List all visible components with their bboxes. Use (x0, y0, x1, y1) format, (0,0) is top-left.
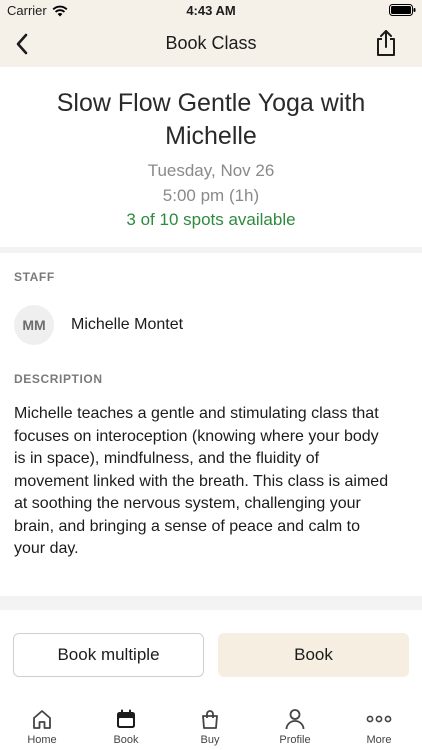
calendar-icon (117, 709, 135, 728)
tab-home[interactable]: Home (0, 708, 84, 746)
tab-buy[interactable]: Buy (168, 708, 252, 746)
staff-row[interactable]: MM Michelle Montet (14, 304, 183, 346)
tab-profile-label: Profile (279, 734, 311, 746)
spots-available: 3 of 10 spots available (126, 210, 296, 229)
tab-profile[interactable]: Profile (253, 708, 337, 746)
page-title: Book Class (165, 33, 257, 53)
tab-book[interactable]: Book (84, 708, 168, 746)
class-title: Slow Flow Gentle Yoga with Michelle (56, 89, 366, 150)
book-button[interactable]: Book (218, 633, 409, 677)
battery-icon (389, 4, 416, 16)
tab-book-label: Book (113, 734, 139, 746)
class-header: Slow Flow Gentle Yoga with Michelle Tues… (0, 67, 422, 247)
person-icon (285, 709, 305, 730)
tab-more[interactable]: More (337, 708, 421, 746)
shopping-bag-icon (202, 710, 218, 729)
section-divider (0, 596, 422, 610)
class-date: Tuesday, Nov 26 (147, 161, 275, 180)
tab-bar: Home Book Buy Profile More (0, 700, 422, 750)
description-section-label: DESCRIPTION (14, 372, 103, 386)
staff-name: Michelle Montet (71, 316, 184, 333)
book-multiple-button[interactable]: Book multiple (13, 633, 204, 677)
share-icon (377, 30, 395, 56)
class-time: 5:00 pm (1h) (162, 186, 260, 205)
staff-section-label: STAFF (14, 270, 55, 284)
home-icon (33, 710, 51, 729)
tab-home-label: Home (27, 734, 57, 746)
status-time: 4:43 AM (186, 3, 236, 18)
share-button[interactable] (372, 28, 400, 58)
more-dots-icon (366, 715, 392, 723)
status-bar: Carrier 4:43 AM (0, 0, 422, 20)
section-divider (0, 247, 422, 253)
navigation-bar: Book Class (0, 20, 422, 67)
avatar: MM (14, 305, 54, 345)
tab-more-label: More (366, 734, 392, 746)
tab-buy-label: Buy (200, 734, 220, 746)
class-description: Michelle teaches a gentle and stimulatin… (14, 405, 389, 557)
